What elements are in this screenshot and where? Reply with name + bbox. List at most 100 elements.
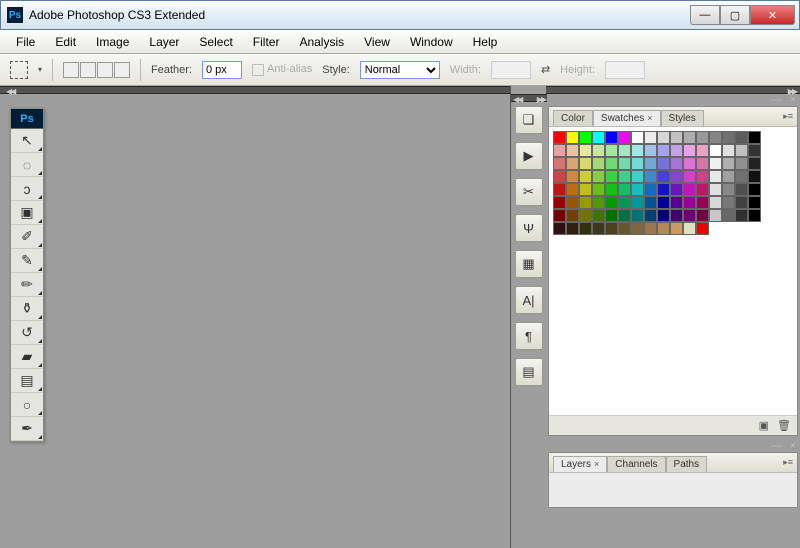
feather-input[interactable] <box>202 61 242 79</box>
swatch[interactable] <box>579 183 592 196</box>
swatch[interactable] <box>644 222 657 235</box>
eraser-tool[interactable]: ▰ <box>11 345 43 369</box>
swatch[interactable] <box>709 209 722 222</box>
swatch[interactable] <box>644 170 657 183</box>
tab-styles[interactable]: Styles <box>661 110 704 126</box>
swatch[interactable] <box>709 144 722 157</box>
toolbox-header[interactable]: Ps <box>11 109 43 129</box>
swatch[interactable] <box>592 157 605 170</box>
swatch[interactable] <box>631 144 644 157</box>
move-tool[interactable]: ↖ <box>11 129 43 153</box>
pen-tool[interactable]: ✒ <box>11 417 43 441</box>
navigator-icon[interactable]: ❏ <box>515 106 543 134</box>
swatch[interactable] <box>722 183 735 196</box>
swatch[interactable] <box>709 196 722 209</box>
maximize-button[interactable]: ▢ <box>720 5 750 25</box>
history-brush-tool[interactable]: ↺ <box>11 321 43 345</box>
close-button[interactable]: ✕ <box>750 5 795 25</box>
mode-intersect[interactable] <box>114 62 130 78</box>
swatch[interactable] <box>566 144 579 157</box>
swatch[interactable] <box>683 209 696 222</box>
swatch[interactable] <box>696 183 709 196</box>
swatch[interactable] <box>696 157 709 170</box>
swatch[interactable] <box>553 131 566 144</box>
style-select[interactable]: Normal <box>360 61 440 79</box>
dock-bar-mid[interactable]: ◀◀▶▶ <box>511 94 547 102</box>
swatch[interactable] <box>657 144 670 157</box>
swatch[interactable] <box>709 170 722 183</box>
swatch[interactable] <box>748 131 761 144</box>
swatch[interactable] <box>631 131 644 144</box>
swatch[interactable] <box>683 222 696 235</box>
swatch[interactable] <box>657 222 670 235</box>
swatch[interactable] <box>566 183 579 196</box>
blur-tool[interactable]: ○ <box>11 393 43 417</box>
gradient-tool[interactable]: ▤ <box>11 369 43 393</box>
swatch[interactable] <box>618 144 631 157</box>
panel-menu-icon[interactable]: ▸≡ <box>783 111 793 122</box>
swatch[interactable] <box>735 170 748 183</box>
layercomp-icon[interactable]: ▤ <box>515 358 543 386</box>
swatch[interactable] <box>657 170 670 183</box>
swatch[interactable] <box>657 157 670 170</box>
swatch[interactable] <box>644 131 657 144</box>
swatch[interactable] <box>644 144 657 157</box>
panel1-close-button[interactable]: × <box>790 94 796 106</box>
swatch[interactable] <box>631 157 644 170</box>
swatch[interactable] <box>735 144 748 157</box>
swatch[interactable] <box>683 196 696 209</box>
swatch[interactable] <box>566 157 579 170</box>
crop-tool[interactable]: ▣ <box>11 201 43 225</box>
menu-image[interactable]: Image <box>88 33 137 51</box>
swatch[interactable] <box>735 183 748 196</box>
histogram-icon[interactable]: ▶ <box>515 142 543 170</box>
minimize-button[interactable]: — <box>690 5 720 25</box>
swatch[interactable] <box>709 157 722 170</box>
menu-layer[interactable]: Layer <box>141 33 187 51</box>
eyedropper-tool[interactable]: ✐ <box>11 225 43 249</box>
healing-tool[interactable]: ✎ <box>11 249 43 273</box>
menu-file[interactable]: File <box>8 33 43 51</box>
swatch[interactable] <box>722 144 735 157</box>
menu-select[interactable]: Select <box>191 33 240 51</box>
character-icon[interactable]: A| <box>515 286 543 314</box>
swatch[interactable] <box>657 183 670 196</box>
swatch[interactable] <box>605 131 618 144</box>
swatch[interactable] <box>579 170 592 183</box>
swatch[interactable] <box>670 131 683 144</box>
swatch[interactable] <box>709 131 722 144</box>
swatch[interactable] <box>696 170 709 183</box>
swatch[interactable] <box>670 183 683 196</box>
swatch[interactable] <box>592 209 605 222</box>
swatch[interactable] <box>683 144 696 157</box>
swatch[interactable] <box>592 131 605 144</box>
swatch[interactable] <box>644 183 657 196</box>
marquee-icon[interactable] <box>10 61 28 79</box>
panel2-collapse-button[interactable]: — <box>771 440 782 452</box>
tab-layers[interactable]: Layers× <box>553 456 607 472</box>
swatch[interactable] <box>579 209 592 222</box>
swatch[interactable] <box>748 196 761 209</box>
swatch[interactable] <box>722 170 735 183</box>
swatch[interactable] <box>618 170 631 183</box>
swatch[interactable] <box>553 183 566 196</box>
panel1-collapse-button[interactable]: — <box>771 94 782 106</box>
mode-add[interactable] <box>80 62 96 78</box>
lasso-tool[interactable]: ɔ <box>11 177 43 201</box>
swatch[interactable] <box>579 144 592 157</box>
swatch[interactable] <box>722 131 735 144</box>
tools-preset-icon[interactable]: ✂ <box>515 178 543 206</box>
swatch[interactable] <box>579 222 592 235</box>
swatch[interactable] <box>644 157 657 170</box>
swatch[interactable] <box>566 131 579 144</box>
swatch[interactable] <box>748 157 761 170</box>
menu-analysis[interactable]: Analysis <box>291 33 352 51</box>
swatch[interactable] <box>748 183 761 196</box>
swatch[interactable] <box>631 183 644 196</box>
swatch[interactable] <box>735 131 748 144</box>
panel2-close-button[interactable]: × <box>790 440 796 452</box>
swatch[interactable] <box>631 209 644 222</box>
stamp-tool[interactable]: ⚱ <box>11 297 43 321</box>
tab-swatches[interactable]: Swatches× <box>593 110 661 126</box>
swatch[interactable] <box>657 209 670 222</box>
